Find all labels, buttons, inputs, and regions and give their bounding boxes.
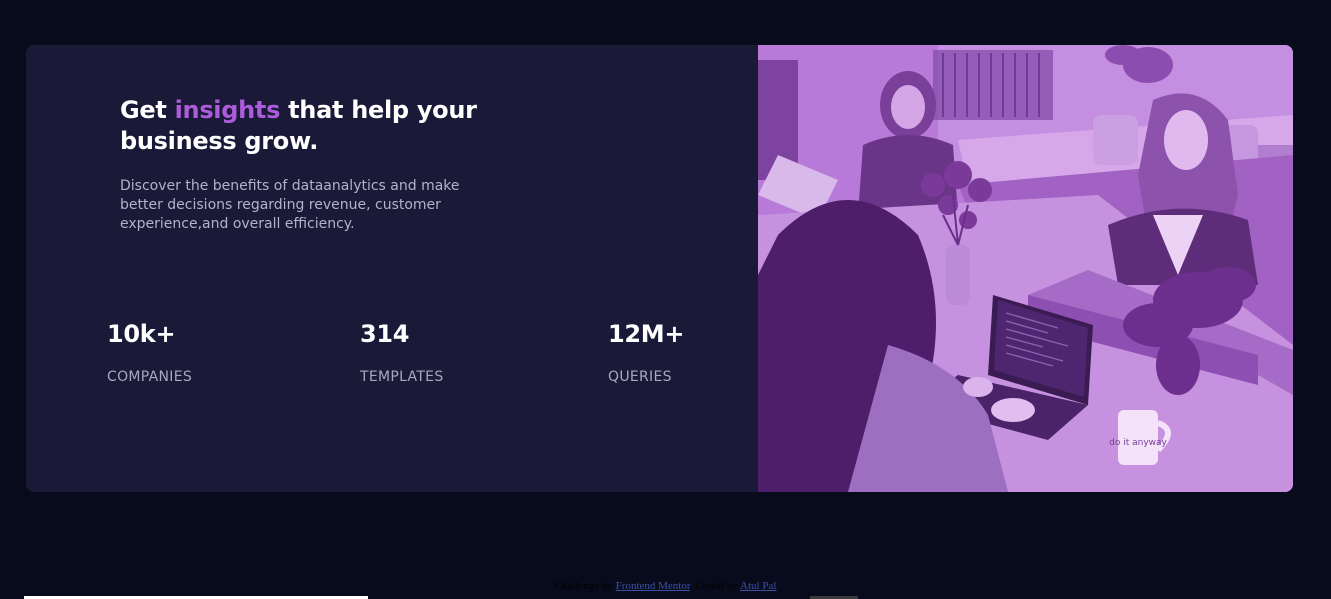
office-photo-icon: do it anyway [758, 45, 1293, 492]
mug-text: do it anyway [1109, 438, 1167, 448]
stat-value: 314 [360, 320, 410, 348]
stat-value: 12M+ [608, 320, 685, 348]
stat-label: COMPANIES [107, 369, 193, 385]
attribution-prefix: Challenge by [554, 580, 616, 592]
page: Get insights that help your business gro… [0, 0, 1331, 599]
headline-accent: insights [174, 96, 281, 124]
stat-templates: 314 TEMPLATES [360, 319, 444, 385]
attribution: Challenge by Frontend Mentor. Coded by A… [0, 580, 1331, 592]
header-image: do it anyway [758, 45, 1293, 492]
headline-start: Get [120, 96, 175, 124]
stat-label: QUERIES [608, 369, 672, 385]
stat-queries: 12M+ QUERIES [608, 319, 685, 385]
author-link[interactable]: Atul Pal [740, 580, 776, 592]
stats-preview-card: Get insights that help your business gro… [26, 45, 1293, 492]
description: Discover the benefits of dataanalytics a… [120, 178, 460, 232]
stat-label: TEMPLATES [360, 369, 444, 385]
stat-value: 10k+ [107, 320, 176, 348]
frontend-mentor-link[interactable]: Frontend Mentor [616, 580, 690, 592]
headline: Get insights that help your business gro… [120, 95, 480, 157]
stat-companies: 10k+ COMPANIES [107, 319, 192, 385]
attribution-middle: . Coded by [689, 580, 741, 592]
card-text-section: Get insights that help your business gro… [26, 45, 758, 492]
